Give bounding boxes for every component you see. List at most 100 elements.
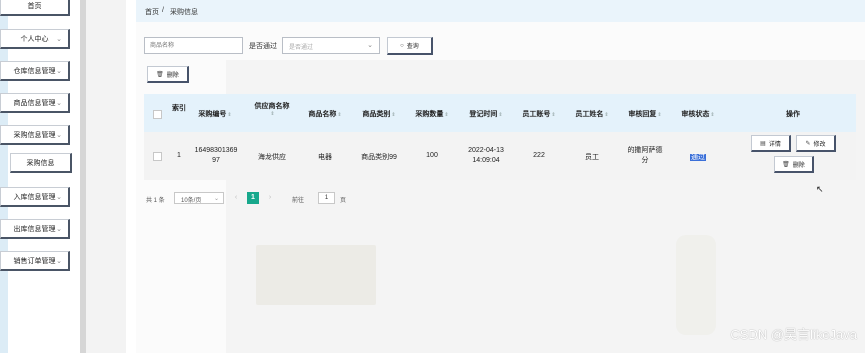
status-badge: 通过: [690, 154, 706, 161]
sidebar-item-label: 仓库信息管理: [13, 67, 56, 75]
chevron-down-icon: ⌄: [213, 196, 219, 202]
sidebar-item-goods[interactable]: 商品信息管理 ⌄: [0, 93, 70, 113]
chevron-down-icon: ⌄: [56, 68, 62, 75]
chevron-down-icon: ⌄: [56, 132, 62, 139]
table-row: 1 1649830136997 海龙供应 电器 商品类别99 100 2022-…: [144, 132, 856, 180]
row-checkbox[interactable]: [153, 152, 162, 161]
sidebar-item-outbound[interactable]: 出库信息管理 ⌄: [0, 219, 70, 239]
sidebar-item-personal-center[interactable]: 个人中心 ⌄: [0, 29, 70, 49]
delete-button[interactable]: 🗑 删除: [774, 156, 814, 173]
watermark: CSDN @昊言likeJava: [730, 327, 857, 342]
sidebar-item-label: 出库信息管理: [13, 225, 56, 233]
search-icon: ○: [400, 42, 404, 49]
query-button[interactable]: ○ 查询: [387, 37, 433, 55]
header-emp-name[interactable]: 员工姓名⇕: [568, 109, 616, 119]
sort-icon: ⇕: [710, 112, 715, 118]
edit-button[interactable]: ✎ 修改: [796, 135, 836, 152]
header-ops: 操作: [786, 111, 800, 118]
pagination: 共 1 条 10条/页 ⌄ ‹ 1 › 前往 1 页: [144, 192, 444, 206]
document-icon: ▤: [760, 140, 766, 147]
cell-quantity: 100: [426, 152, 438, 159]
page-1-button[interactable]: 1: [247, 192, 259, 204]
header-goods-type[interactable]: 商品类别⇕: [355, 109, 403, 119]
header-purchase-no[interactable]: 采购编号⇕: [192, 109, 238, 119]
sidebar-item-purchase[interactable]: 采购信息管理 ⌄: [0, 125, 70, 145]
sort-icon: ⇕: [270, 111, 275, 117]
header-emp-no-label: 员工账号: [522, 111, 551, 118]
header-goods-name-label: 商品名称: [308, 111, 337, 118]
sort-icon: ⇕: [337, 112, 342, 118]
prev-page-button[interactable]: ‹: [230, 192, 242, 204]
batch-delete-button[interactable]: 🗑 删除: [147, 66, 189, 83]
trash-icon: 🗑: [156, 71, 164, 78]
sort-icon: ⇕: [444, 112, 449, 118]
header-status-label: 审核状态: [681, 111, 710, 118]
sidebar-item-purchase-info[interactable]: 采购信息: [10, 153, 72, 173]
background-decoration: [676, 235, 716, 335]
sidebar-item-inbound[interactable]: 入库信息管理 ⌄: [0, 187, 70, 207]
header-supplier[interactable]: 供应商名称 ⇕: [246, 101, 298, 117]
sidebar-item-label: 采购信息: [26, 159, 55, 167]
header-goods-type-label: 商品类别: [362, 111, 391, 118]
goods-name-search-input[interactable]: [144, 37, 243, 54]
header-reg-time[interactable]: 登记时间⇕: [462, 109, 510, 119]
cell-index: 1: [177, 152, 181, 159]
page-unit-label: 页: [340, 198, 347, 204]
select-all-checkbox[interactable]: [153, 110, 162, 119]
page-size-select[interactable]: 10条/页 ⌄: [174, 192, 224, 204]
sort-icon: ⇕: [498, 112, 503, 118]
pass-filter-select[interactable]: 是否通过 ⌄: [282, 37, 380, 54]
total-count: 共 1 条: [146, 198, 165, 204]
cell-goods-name: 电器: [318, 154, 332, 161]
sidebar-item-label: 采购信息管理: [13, 131, 56, 139]
batch-delete-label: 删除: [166, 72, 179, 79]
sidebar-item-label: 入库信息管理: [13, 193, 56, 201]
cell-status: 通过: [674, 152, 722, 162]
cell-purchase-no: 1649830136997: [194, 147, 238, 164]
header-emp-no[interactable]: 员工账号⇕: [515, 109, 563, 119]
header-quantity[interactable]: 采购数量⇕: [408, 109, 456, 119]
cell-emp-name: 员工: [585, 154, 599, 161]
cell-supplier: 海龙供应: [258, 154, 286, 161]
header-quantity-label: 采购数量: [415, 111, 444, 118]
breadcrumb-separator: /: [162, 7, 164, 14]
sort-icon: ⇕: [657, 112, 662, 118]
cell-reg-time: 2022-04-13 14:09:04: [468, 147, 504, 164]
gutter: [86, 0, 126, 353]
header-goods-name[interactable]: 商品名称⇕: [302, 109, 348, 119]
page-size-value: 10条/页: [181, 198, 202, 204]
header-reply[interactable]: 审核回复⇕: [621, 109, 669, 119]
header-purchase-no-label: 采购编号: [198, 111, 227, 118]
chevron-down-icon: ⌄: [56, 36, 62, 43]
cell-emp-no: 222: [533, 152, 545, 159]
goto-page-input[interactable]: 1: [318, 192, 335, 204]
mouse-cursor-icon: ↖: [816, 184, 824, 194]
pass-filter-placeholder: 是否通过: [289, 45, 314, 51]
chevron-down-icon: ⌄: [56, 258, 62, 265]
pass-filter-label: 是否通过: [249, 43, 277, 50]
header-supplier-label: 供应商名称: [254, 103, 290, 110]
edit-button-label: 修改: [813, 141, 826, 148]
breadcrumb-home[interactable]: 首页: [145, 7, 159, 17]
sort-icon: ⇕: [604, 112, 609, 118]
sidebar-item-warehouse[interactable]: 仓库信息管理 ⌄: [0, 61, 70, 81]
sort-icon: ⇕: [551, 112, 556, 118]
header-index: 索引: [172, 105, 186, 112]
breadcrumb-current: 采购信息: [170, 9, 198, 16]
query-button-label: 查询: [406, 44, 419, 50]
sidebar-item-home[interactable]: 首页: [0, 0, 70, 16]
next-page-button[interactable]: ›: [264, 192, 276, 204]
chevron-down-icon: ⌄: [56, 100, 62, 107]
sidebar: 首页 个人中心 ⌄ 仓库信息管理 ⌄ 商品信息管理 ⌄ 采购信息管理 ⌄ 采购信…: [0, 0, 80, 353]
header-status[interactable]: 审核状态⇕: [674, 109, 722, 119]
sort-icon: ⇕: [227, 112, 232, 118]
header-reg-time-label: 登记时间: [469, 111, 498, 118]
goto-label: 前往: [292, 198, 305, 204]
cell-goods-type: 商品类别99: [361, 154, 397, 161]
sidebar-item-label: 个人中心: [20, 35, 49, 43]
header-emp-name-label: 员工姓名: [575, 111, 604, 118]
delete-button-label: 删除: [792, 162, 805, 169]
detail-button[interactable]: ▤ 详情: [751, 135, 791, 152]
detail-button-label: 详情: [768, 141, 781, 148]
sidebar-item-sales[interactable]: 销售订单管理 ⌄: [0, 251, 70, 271]
